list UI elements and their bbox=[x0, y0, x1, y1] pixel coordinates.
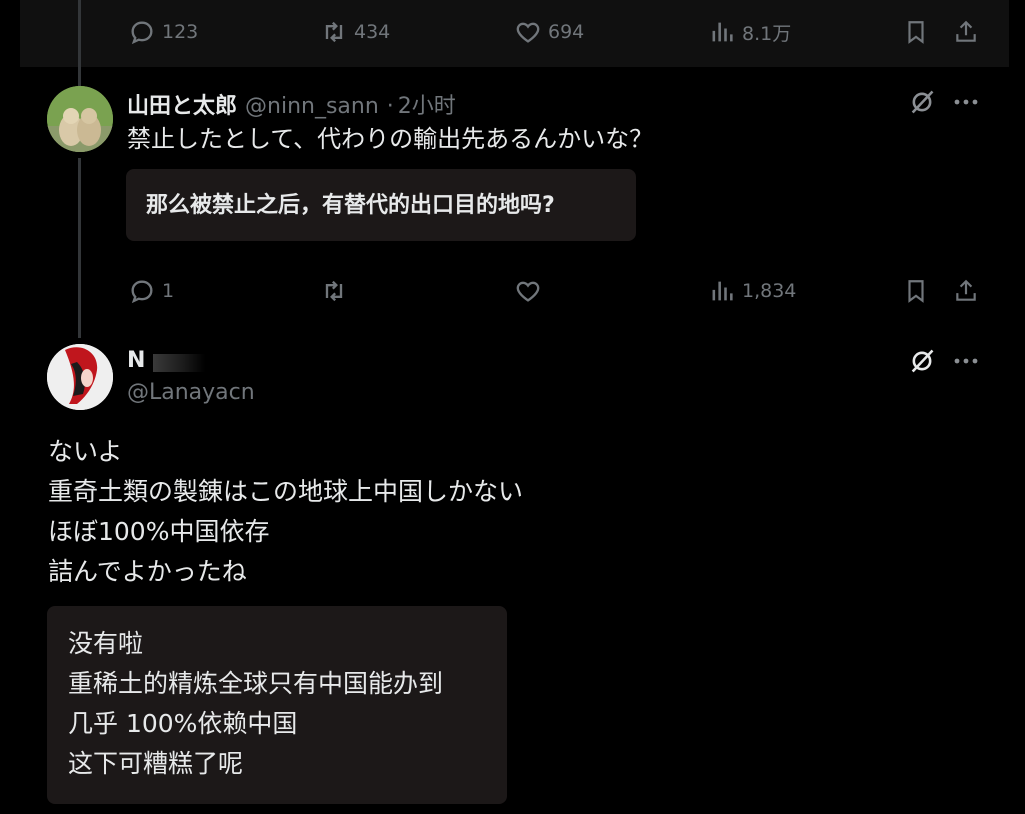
share-button[interactable] bbox=[948, 14, 984, 50]
reply1-text: 禁止したとして、代わりの輸出先あるんかいな？ bbox=[127, 125, 654, 153]
reply1-share-button[interactable] bbox=[948, 273, 984, 309]
heart-icon bbox=[516, 22, 540, 43]
retweet-icon bbox=[325, 280, 343, 302]
views-icon bbox=[712, 22, 733, 42]
reply-count: 123 bbox=[162, 21, 199, 43]
reply-icon bbox=[131, 21, 153, 45]
reply2-display-name[interactable]: N bbox=[127, 348, 145, 373]
reply1-translation-box: 那么被禁止之后，有替代的出口目的地吗? bbox=[126, 169, 636, 241]
views-icon bbox=[712, 281, 733, 301]
reply1-timestamp[interactable]: 2小时 bbox=[398, 88, 456, 120]
reply1-handle[interactable]: @ninn_sann bbox=[245, 94, 379, 119]
retweet-icon bbox=[325, 21, 343, 43]
bookmark-button[interactable] bbox=[898, 14, 934, 50]
reply2-text-line: 重奇土類の製錬はこの地球上中国しかない bbox=[48, 477, 524, 506]
grok-icon bbox=[911, 349, 934, 373]
views-button[interactable]: 8.1万 bbox=[708, 18, 791, 46]
reply1-reply-button[interactable]: 1 bbox=[128, 277, 174, 305]
reply1-views-button[interactable]: 1,834 bbox=[708, 277, 796, 305]
reply1-translation-text: 那么被禁止之后，有替代的出口目的地吗? bbox=[146, 193, 555, 218]
bookmark-icon bbox=[908, 21, 924, 44]
retweet-count: 434 bbox=[354, 21, 391, 43]
share-icon bbox=[956, 279, 976, 301]
reply1-like-button[interactable] bbox=[514, 277, 542, 305]
reply2-translation-line: 几乎 100%依赖中国 bbox=[68, 709, 298, 738]
reply-icon bbox=[131, 280, 153, 304]
more-icon bbox=[954, 358, 978, 364]
reply2-handle[interactable]: @Lanayacn bbox=[127, 380, 255, 405]
share-icon bbox=[956, 20, 976, 42]
more-button-reply1[interactable] bbox=[948, 84, 984, 120]
grok-button-reply2[interactable] bbox=[904, 343, 940, 379]
reply2-translation-line: 没有啦 bbox=[68, 629, 144, 658]
reply2-translation-line: 重稀土的精炼全球只有中国能办到 bbox=[68, 669, 444, 698]
grok-button-reply1[interactable] bbox=[904, 84, 940, 120]
reply1-bookmark-button[interactable] bbox=[898, 273, 934, 309]
reply1-reply-count: 1 bbox=[162, 280, 175, 302]
reply1-views-count: 1,834 bbox=[742, 280, 797, 302]
reply2-text-line: ほぼ100%中国依存 bbox=[48, 517, 270, 546]
reply2-translation-line: 这下可糟糕了呢 bbox=[68, 749, 244, 778]
reply2-text-line: ないよ bbox=[48, 437, 123, 466]
thread-line-middle bbox=[78, 158, 81, 338]
prairie-dog-avatar-image bbox=[47, 86, 113, 152]
name-redaction-blur bbox=[152, 353, 205, 372]
reply-button[interactable]: 123 bbox=[128, 18, 198, 46]
views-count: 8.1万 bbox=[742, 22, 792, 45]
reply2-text-line: 詰んでよかったね bbox=[48, 557, 247, 586]
reply1-retweet-button[interactable] bbox=[320, 277, 348, 305]
avatar-reply1[interactable] bbox=[47, 86, 113, 152]
grok-icon bbox=[911, 90, 934, 114]
reply2-name-row: N bbox=[127, 348, 205, 373]
like-count: 694 bbox=[548, 21, 585, 43]
reply2-translation-text: 没有啦 重稀土的精炼全球只有中国能办到 几乎 100%依赖中国 这下可糟糕了呢 bbox=[68, 624, 443, 784]
retweet-button[interactable]: 434 bbox=[320, 18, 390, 46]
more-icon bbox=[954, 99, 978, 105]
avatar-reply2[interactable] bbox=[47, 344, 113, 410]
reply1-header: 山田と太郎 @ninn_sann · 2小时 bbox=[127, 88, 456, 120]
like-button[interactable]: 694 bbox=[514, 18, 584, 46]
thread-line-top bbox=[78, 0, 81, 88]
bookmark-icon bbox=[908, 280, 924, 303]
reply2-text: ないよ 重奇土類の製錬はこの地球上中国しかない ほぼ100%中国依存 詰んでよか… bbox=[48, 432, 523, 592]
reply1-separator: · bbox=[386, 94, 394, 119]
reply1-display-name[interactable]: 山田と太郎 bbox=[127, 88, 237, 120]
more-button-reply2[interactable] bbox=[948, 343, 984, 379]
heart-icon bbox=[516, 281, 540, 302]
reply2-translation-box: 没有啦 重稀土的精炼全球只有中国能办到 几乎 100%依赖中国 这下可糟糕了呢 bbox=[47, 606, 507, 804]
anime-avatar-image bbox=[47, 344, 113, 410]
